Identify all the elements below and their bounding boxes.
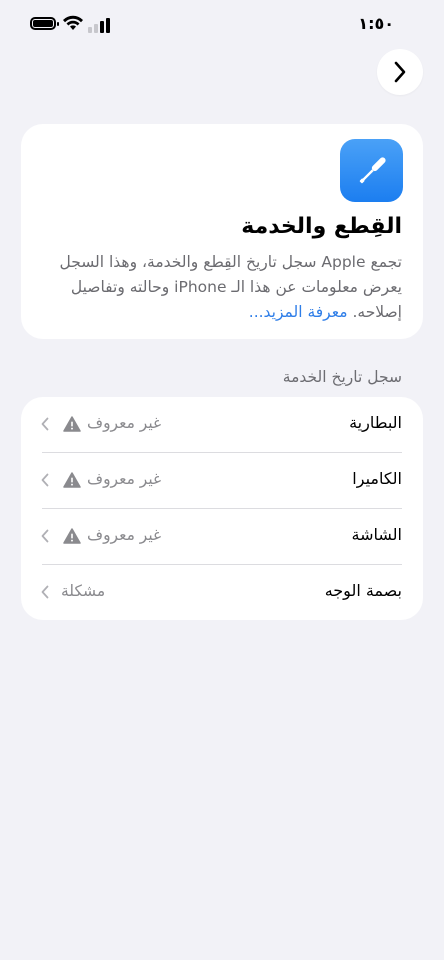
chevron-left-icon (41, 585, 49, 599)
warning-icon (63, 472, 81, 488)
section-header: سجل تاريخ الخدمة (282, 368, 402, 386)
row-status: غير معروف (87, 470, 162, 488)
cellular-signal-icon (88, 17, 110, 33)
list-item-display[interactable]: الشاشة غير معروف (21, 509, 423, 565)
row-status: غير معروف (87, 526, 162, 544)
row-status: مشكلة (61, 582, 106, 600)
list-item-face-id[interactable]: بصمة الوجه مشكلة (21, 565, 423, 621)
chevron-right-icon (394, 61, 406, 83)
row-label: الكاميرا (352, 469, 402, 488)
row-label: البطارية (349, 413, 402, 432)
chevron-left-icon (41, 473, 49, 487)
card-description: تجمع Apple سجل تاريخ القِطع والخدمة، وهذ… (37, 250, 402, 325)
page-title: القِطع والخدمة (241, 214, 402, 239)
status-time: ١:٥٠ (358, 14, 394, 33)
parts-service-card: القِطع والخدمة تجمع Apple سجل تاريخ القِ… (21, 124, 423, 339)
warning-icon (63, 416, 81, 432)
row-status: غير معروف (87, 414, 162, 432)
learn-more-link[interactable]: معرفة المزيد... (249, 303, 348, 321)
description-text: تجمع Apple سجل تاريخ القِطع والخدمة، وهذ… (59, 253, 402, 321)
warning-icon (63, 528, 81, 544)
row-label: الشاشة (351, 525, 402, 544)
screwdriver-icon (340, 139, 403, 202)
list-item-battery[interactable]: البطارية غير معروف (21, 397, 423, 453)
chevron-left-icon (41, 417, 49, 431)
chevron-left-icon (41, 529, 49, 543)
row-label: بصمة الوجه (324, 581, 402, 600)
navigate-button[interactable] (377, 49, 423, 95)
list-item-camera[interactable]: الكاميرا غير معروف (21, 453, 423, 509)
wifi-icon (63, 15, 83, 30)
battery-icon (30, 17, 59, 30)
service-history-list: البطارية غير معروف الكاميرا غير معروف ال… (21, 397, 423, 620)
status-bar: ١:٥٠ (0, 0, 444, 50)
